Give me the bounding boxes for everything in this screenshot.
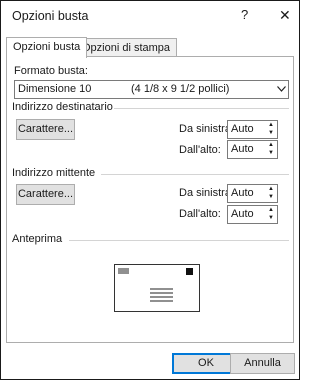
- recipient-group-divider: [114, 108, 289, 109]
- recipient-font-button[interactable]: Carattere...: [16, 119, 75, 140]
- sender-top-label: Dall'alto:: [179, 208, 221, 220]
- envelope-options-dialog: Opzioni busta ? ✕ Opzioni busta Opzioni …: [0, 0, 300, 380]
- recipient-top-spinner[interactable]: Auto ▲ ▼: [227, 140, 278, 159]
- cancel-button[interactable]: Annulla: [230, 353, 295, 374]
- spin-down-icon[interactable]: ▼: [267, 214, 275, 222]
- recipient-top-value: Auto: [231, 143, 254, 155]
- envelope-preview[interactable]: [114, 264, 200, 312]
- spin-down-icon[interactable]: ▼: [267, 149, 275, 157]
- sender-top-spinner[interactable]: Auto ▲ ▼: [227, 205, 278, 224]
- title-bar: Opzioni busta ? ✕: [1, 1, 299, 31]
- recipient-group-label: Indirizzo destinatario: [12, 101, 113, 113]
- envelope-preview-drawing: [118, 268, 193, 302]
- close-button[interactable]: ✕: [279, 7, 291, 24]
- envelope-dimensions-value: (4 1/8 x 9 1/2 pollici): [131, 83, 230, 95]
- preview-group-divider: [69, 240, 289, 241]
- preview-group-label: Anteprima: [12, 233, 63, 245]
- spin-down-icon[interactable]: ▼: [267, 129, 275, 137]
- spin-up-icon[interactable]: ▲: [267, 206, 275, 214]
- sender-left-spinner[interactable]: Auto ▲ ▼: [227, 184, 278, 203]
- sender-top-value: Auto: [231, 208, 254, 220]
- sender-group-divider: [101, 174, 289, 175]
- sender-font-button[interactable]: Carattere...: [16, 184, 75, 205]
- dialog-title: Opzioni busta: [12, 9, 89, 23]
- recipient-left-label: Da sinistra:: [179, 123, 235, 135]
- sender-left-value: Auto: [231, 187, 254, 199]
- recipient-left-value: Auto: [231, 123, 254, 135]
- recipient-left-spinner[interactable]: Auto ▲ ▼: [227, 120, 278, 139]
- envelope-size-label: Formato busta:: [14, 65, 88, 77]
- spin-up-icon[interactable]: ▲: [267, 141, 275, 149]
- spin-down-icon[interactable]: ▼: [267, 193, 275, 201]
- help-button[interactable]: ?: [241, 7, 248, 22]
- recipient-top-label: Dall'alto:: [179, 144, 221, 156]
- envelope-size-select[interactable]: Dimensione 10 (4 1/8 x 9 1/2 pollici): [14, 80, 289, 99]
- spin-up-icon[interactable]: ▲: [267, 121, 275, 129]
- envelope-size-value: Dimensione 10: [18, 83, 92, 95]
- tab-envelope-options-label: Opzioni busta: [13, 41, 81, 53]
- spin-up-icon[interactable]: ▲: [267, 185, 275, 193]
- sender-left-label: Da sinistra:: [179, 187, 235, 199]
- tab-print-options-label: Opzioni di stampa: [82, 42, 171, 54]
- chevron-down-icon[interactable]: [273, 81, 288, 98]
- sender-group-label: Indirizzo mittente: [12, 167, 96, 179]
- tab-envelope-options[interactable]: Opzioni busta: [6, 37, 88, 58]
- tab-print-options[interactable]: Opzioni di stampa: [75, 38, 178, 58]
